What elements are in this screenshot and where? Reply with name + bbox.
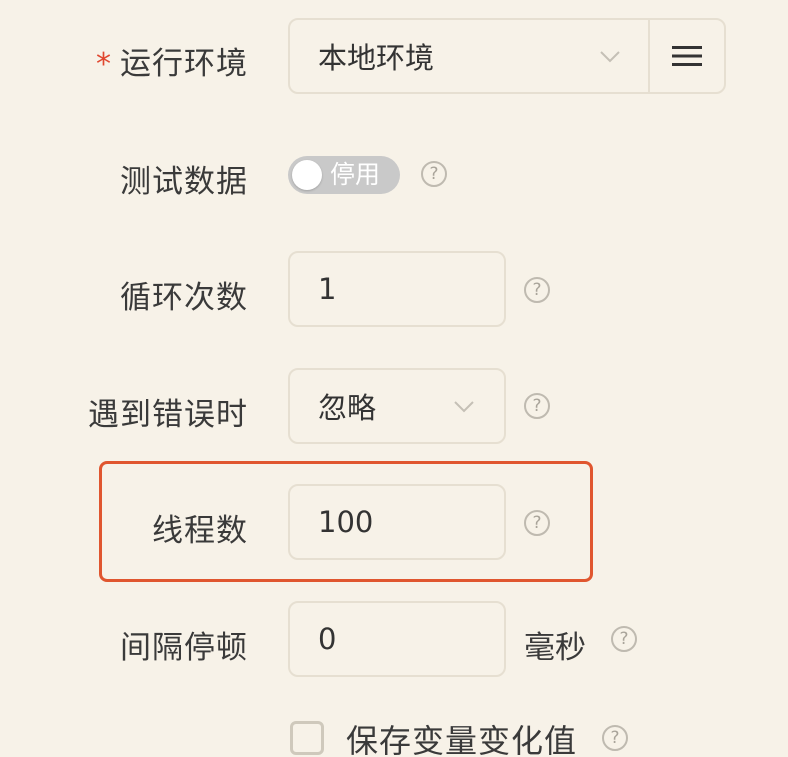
test-data-label: 测试数据 <box>120 164 248 200</box>
threads-input[interactable]: 100 <box>288 484 506 560</box>
interval-input[interactable]: 0 <box>288 601 506 677</box>
switch-knob <box>292 160 322 190</box>
help-icon[interactable]: ? <box>524 393 550 419</box>
loop-count-label: 循环次数 <box>120 280 248 316</box>
runner-settings-form: *运行环境 本地环境 测试数据 停用 ? 循环次数 1 ? 遇到错误时 忽略 <box>0 0 788 757</box>
interval-unit: 毫秒 <box>524 630 586 666</box>
on-error-label: 遇到错误时 <box>88 397 248 433</box>
required-mark: * <box>96 47 112 82</box>
env-select[interactable]: 本地环境 <box>288 18 726 94</box>
help-icon[interactable]: ? <box>524 510 550 536</box>
threads-value: 100 <box>318 505 374 539</box>
help-icon[interactable]: ? <box>602 725 628 751</box>
menu-icon <box>672 46 702 66</box>
help-icon[interactable]: ? <box>524 277 550 303</box>
env-label: * 运行环境 <box>96 38 248 83</box>
on-error-value: 忽略 <box>318 391 377 425</box>
interval-value: 0 <box>318 622 337 656</box>
env-label-text: 运行环境 <box>120 46 248 82</box>
env-menu-button[interactable] <box>650 20 724 92</box>
loop-count-input[interactable]: 1 <box>288 251 506 327</box>
save-vars-label[interactable]: 保存变量变化值 <box>346 716 577 757</box>
chevron-down-icon <box>454 401 474 413</box>
loop-count-value: 1 <box>318 272 337 306</box>
help-icon[interactable]: ? <box>421 161 447 187</box>
env-select-value: 本地环境 <box>318 41 435 75</box>
test-data-switch[interactable]: 停用 <box>288 156 400 194</box>
chevron-down-icon <box>600 51 620 63</box>
switch-state-text: 停用 <box>330 160 381 189</box>
on-error-select[interactable]: 忽略 <box>288 368 506 444</box>
save-vars-checkbox[interactable] <box>290 721 324 755</box>
interval-label: 间隔停顿 <box>120 630 248 666</box>
threads-label: 线程数 <box>152 513 248 549</box>
help-icon[interactable]: ? <box>611 626 637 652</box>
